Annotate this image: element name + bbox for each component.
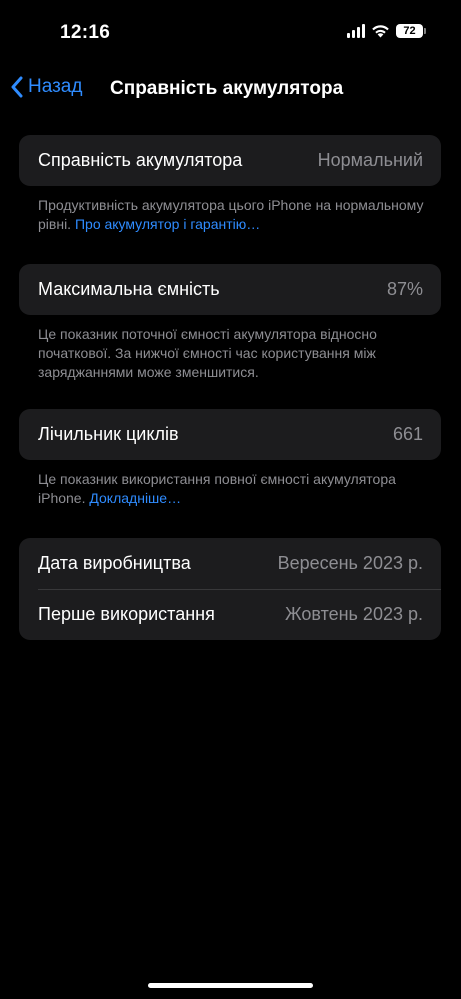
first-use-label: Перше використання xyxy=(38,604,215,624)
battery-health-label: Справність акумулятора xyxy=(38,150,243,170)
battery-level: 72 xyxy=(403,25,416,37)
max-capacity-label: Максимальна ємність xyxy=(38,279,220,299)
status-bar: 12:16 72 xyxy=(0,0,461,60)
manufacture-date-row: Дата виробництва Вересень 2023 р. xyxy=(19,538,441,589)
back-button-label: Назад xyxy=(28,76,83,97)
navigation-bar: Назад Справність акумулятора xyxy=(0,70,461,110)
page-title: Справність акумулятора xyxy=(110,78,344,99)
manufacture-date-label: Дата виробництва xyxy=(38,553,191,573)
max-capacity-value: 87% xyxy=(386,279,423,299)
cycle-count-footnote: Це показник використання повної ємності … xyxy=(38,470,428,508)
wifi-icon xyxy=(372,25,389,38)
max-capacity-group: Максимальна ємність 87% xyxy=(19,264,441,315)
cycle-count-label: Лічильник циклів xyxy=(38,424,179,444)
chevron-left-icon xyxy=(11,76,23,98)
max-capacity-footnote: Це показник поточної ємності акумулятора… xyxy=(38,326,377,380)
battery-warranty-link[interactable]: Про акумулятор і гарантію… xyxy=(75,216,260,232)
battery-health-group: Справність акумулятора Нормальний xyxy=(19,135,441,186)
learn-more-link[interactable]: Докладніше… xyxy=(89,490,181,506)
cycle-count-row: Лічильник циклів 661 xyxy=(19,409,441,460)
battery-icon: 72 xyxy=(396,24,426,38)
cellular-signal-icon xyxy=(347,24,365,38)
status-icons: 72 xyxy=(347,24,426,38)
manufacture-date-value: Вересень 2023 р. xyxy=(277,553,423,573)
status-time: 12:16 xyxy=(60,22,111,43)
first-use-value: Жовтень 2023 р. xyxy=(284,604,423,624)
battery-health-footnote: Продуктивність акумулятора цього iPhone … xyxy=(38,196,428,234)
battery-health-value: Нормальний xyxy=(317,150,423,170)
dates-group: Дата виробництва Вересень 2023 р. Перше … xyxy=(19,538,441,640)
battery-health-row: Справність акумулятора Нормальний xyxy=(19,135,441,186)
cycle-count-group: Лічильник циклів 661 xyxy=(19,409,441,460)
back-button[interactable]: Назад xyxy=(10,76,82,98)
cycle-count-value: 661 xyxy=(392,424,423,444)
max-capacity-row: Максимальна ємність 87% xyxy=(19,264,441,315)
home-indicator[interactable] xyxy=(148,983,313,988)
first-use-row: Перше використання Жовтень 2023 р. xyxy=(19,589,441,640)
